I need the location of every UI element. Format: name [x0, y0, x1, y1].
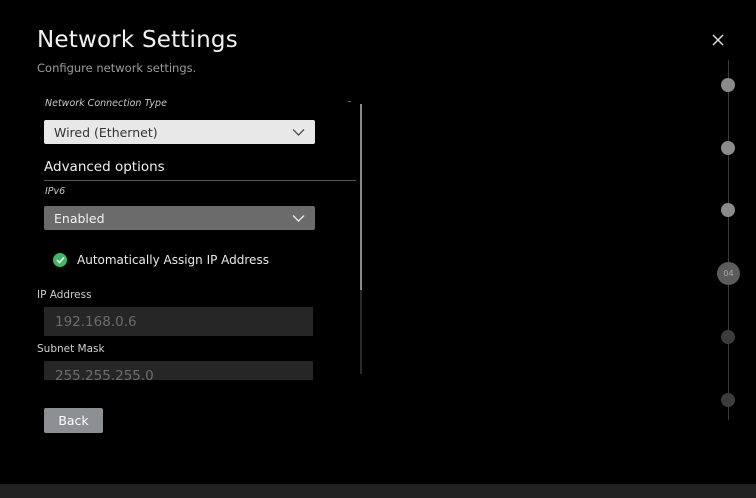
ip-address-field[interactable]: 192.168.0.6	[44, 307, 313, 336]
auto-assign-ip-checkbox[interactable]: Automatically Assign IP Address	[53, 253, 269, 267]
page-title: Network Settings	[37, 27, 238, 53]
step-indicator-current: 04	[717, 262, 740, 285]
back-button[interactable]: Back	[44, 408, 103, 433]
connection-type-label: Network Connection Type	[45, 98, 167, 109]
chevron-down-icon	[292, 128, 305, 136]
close-icon	[712, 34, 724, 46]
ipv6-value: Enabled	[54, 210, 105, 226]
auto-assign-ip-label: Automatically Assign IP Address	[77, 253, 269, 267]
step-track	[728, 60, 729, 420]
subnet-mask-field[interactable]: 255.255.255.0	[44, 361, 313, 380]
step-indicator-1	[721, 78, 735, 92]
connection-type-value: Wired (Ethernet)	[54, 124, 158, 140]
ipv6-label: IPv6	[45, 186, 66, 197]
step-number: 04	[723, 269, 734, 278]
scrollbar[interactable]	[360, 104, 362, 374]
scrollbar-thumb[interactable]	[360, 104, 362, 290]
step-indicator-2	[721, 141, 735, 155]
advanced-options-heading: Advanced options	[44, 159, 165, 175]
close-button[interactable]	[708, 30, 728, 50]
settings-scroll-area[interactable]: Network Connection Type Wired (Ethernet)…	[0, 92, 360, 380]
page-subtitle: Configure network settings.	[37, 61, 197, 75]
step-indicator-3	[721, 203, 735, 217]
connection-type-dropdown[interactable]: Wired (Ethernet)	[44, 120, 315, 144]
checkmark-icon	[53, 253, 67, 267]
step-indicator-6	[721, 393, 735, 407]
scroll-indicator	[348, 101, 351, 102]
section-divider	[44, 180, 356, 181]
chevron-down-icon	[292, 214, 305, 222]
bottom-bar	[0, 484, 756, 498]
ip-address-label: IP Address	[37, 289, 92, 301]
ipv6-dropdown[interactable]: Enabled	[44, 206, 315, 230]
settings-screen: Network Settings Configure network setti…	[0, 0, 756, 498]
step-indicator-5	[721, 330, 735, 344]
subnet-mask-label: Subnet Mask	[37, 343, 105, 355]
